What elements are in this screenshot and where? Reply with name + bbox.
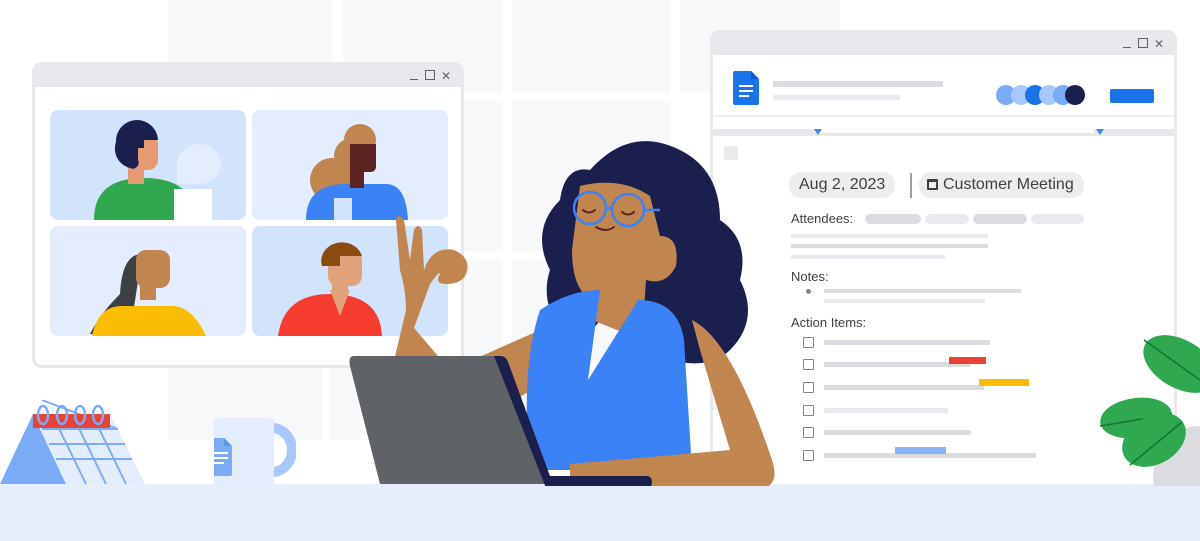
- text-line: [824, 289, 1021, 293]
- maximize-button[interactable]: [1138, 37, 1148, 51]
- action-item-checkbox[interactable]: [803, 450, 814, 461]
- doc-subtitle-placeholder: [773, 95, 900, 100]
- action-item-checkbox[interactable]: [803, 359, 814, 370]
- red-tag: [949, 357, 986, 364]
- action-item-checkbox[interactable]: [803, 405, 814, 416]
- attendee-chip[interactable]: [973, 214, 1027, 224]
- text-line: [824, 408, 948, 413]
- chip-divider: [910, 173, 912, 198]
- participant-tile-3[interactable]: [50, 226, 246, 336]
- woman-with-laptop-illustration: [349, 141, 775, 486]
- yellow-tag: [979, 379, 1029, 386]
- text-line: [791, 244, 988, 248]
- plant-decoration: [1100, 335, 1200, 486]
- blue-tag: [895, 447, 946, 454]
- action-items-label: Action Items:: [791, 315, 867, 330]
- bullet: [806, 289, 811, 294]
- share-button[interactable]: [1110, 89, 1154, 103]
- close-button[interactable]: ✕: [441, 69, 451, 83]
- attendee-chip[interactable]: [925, 214, 969, 224]
- window-pane: [512, 0, 670, 93]
- speech-bubble-icon: [177, 144, 221, 184]
- attendees-label: Attendees:: [791, 211, 854, 226]
- doc-title-placeholder: [773, 81, 943, 87]
- left-indent-marker[interactable]: [814, 129, 822, 135]
- text-line: [824, 340, 990, 345]
- action-item-checkbox[interactable]: [803, 382, 814, 393]
- calendar-icon: [0, 400, 145, 485]
- text-line: [824, 385, 984, 390]
- participant-tile-1[interactable]: [50, 110, 246, 220]
- google-docs-icon: [733, 71, 759, 105]
- attendee-chip[interactable]: [865, 214, 921, 224]
- right-indent-marker[interactable]: [1096, 129, 1104, 135]
- avatar: [1065, 85, 1085, 105]
- calendar-event-icon: [927, 179, 938, 190]
- action-item-checkbox[interactable]: [803, 427, 814, 438]
- doc-window-titlebar: ✕: [713, 33, 1174, 55]
- close-button[interactable]: ✕: [1154, 37, 1164, 51]
- minimize-button[interactable]: [1122, 37, 1132, 51]
- event-chip[interactable]: Customer Meeting: [919, 172, 1084, 198]
- action-item-checkbox[interactable]: [803, 337, 814, 348]
- attendee-chip[interactable]: [1031, 214, 1084, 224]
- desk-surface: [0, 484, 1200, 541]
- maximize-button[interactable]: [425, 69, 435, 83]
- text-line: [824, 299, 985, 303]
- text-line: [791, 234, 988, 238]
- text-line: [791, 255, 945, 259]
- text-line: [824, 430, 971, 435]
- date-chip[interactable]: Aug 2, 2023: [789, 172, 896, 198]
- docs-mug: [214, 418, 296, 486]
- doc-header: [713, 55, 1174, 117]
- minimize-button[interactable]: [409, 69, 419, 83]
- collaborator-avatars[interactable]: [996, 85, 1088, 105]
